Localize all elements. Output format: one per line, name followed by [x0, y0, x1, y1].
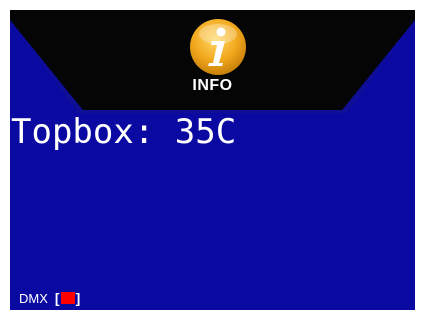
info-icon[interactable]	[188, 17, 248, 77]
dmx-indicator: [ ]	[55, 290, 80, 306]
dmx-status: DMX [ ]	[19, 290, 80, 306]
topbox-temperature-readout: Topbox: 35C	[11, 112, 237, 152]
info-screen: INFO Topbox: 35C DMX [ ]	[10, 10, 415, 310]
dmx-label: DMX	[19, 290, 48, 306]
header-title: INFO	[192, 77, 233, 94]
dmx-status-light	[60, 292, 75, 304]
dmx-bracket-right: ]	[75, 290, 81, 306]
dmx-bracket-left: [	[54, 290, 60, 306]
